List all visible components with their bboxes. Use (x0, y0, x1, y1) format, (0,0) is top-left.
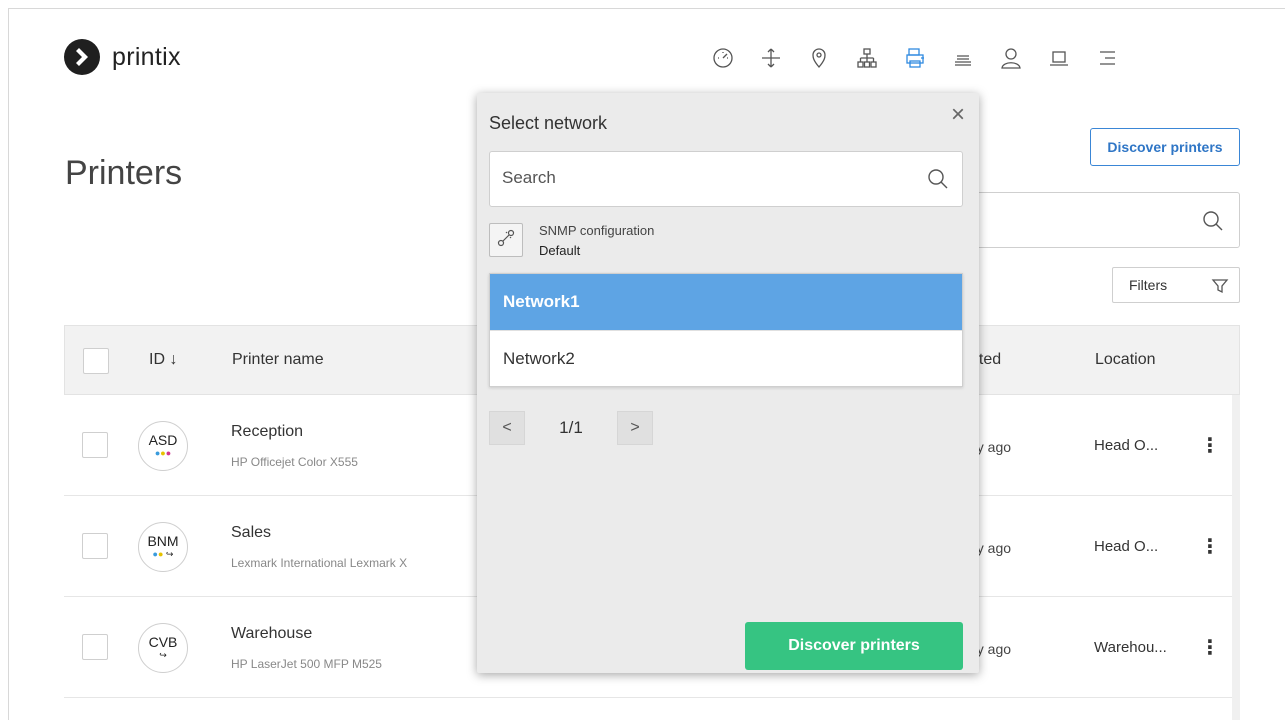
link-icon (497, 229, 515, 252)
column-printer-name[interactable]: Printer name (232, 351, 324, 369)
row-menu-icon[interactable]: ⋮ (1200, 635, 1220, 660)
table-scrollbar[interactable] (1232, 395, 1240, 720)
menu-icon[interactable] (1083, 45, 1131, 71)
network-search-input[interactable] (502, 168, 902, 188)
page-title: Printers (65, 154, 183, 192)
row-checkbox[interactable] (82, 634, 108, 660)
filters-label: Filters (1129, 277, 1168, 293)
duplex-icon: ↪ (159, 650, 167, 660)
select-all-checkbox[interactable] (83, 348, 109, 374)
user-icon[interactable] (987, 45, 1035, 71)
queue-icon[interactable] (939, 45, 987, 71)
prev-page-button[interactable]: < (489, 411, 525, 445)
row-menu-icon[interactable]: ⋮ (1200, 534, 1220, 559)
row-checkbox[interactable] (82, 533, 108, 559)
printer-id: CVB (148, 634, 178, 650)
network-item-network1[interactable]: Network1 (490, 274, 962, 330)
app-name: printix (112, 42, 181, 71)
discover-printers-button[interactable]: Discover printers (1090, 128, 1240, 166)
printer-id: BNM (147, 533, 179, 549)
dashboard-icon[interactable] (699, 45, 747, 71)
snmp-config-label: SNMP configuration (539, 223, 655, 238)
network-search-field[interactable] (489, 151, 963, 207)
printer-model: HP LaserJet 500 MFP M525 (231, 657, 382, 671)
printer-id-badge: ASD ●●● (138, 421, 188, 471)
network-item-network2[interactable]: Network2 (490, 330, 962, 386)
dialog-discover-printers-button[interactable]: Discover printers (745, 622, 963, 670)
printer-location: Head O... (1094, 538, 1159, 555)
color-ink-icon: ●●● (154, 448, 172, 458)
funnel-icon (1211, 277, 1229, 298)
column-location[interactable]: Location (1095, 351, 1156, 369)
computer-icon[interactable] (1035, 45, 1083, 71)
pagination: < 1/1 > (489, 411, 653, 445)
top-nav (699, 45, 1131, 71)
printer-id-badge: BNM ●● ↪ (138, 522, 188, 572)
filters-button[interactable]: Filters (1112, 267, 1240, 303)
close-icon[interactable]: × (951, 103, 965, 127)
move-icon[interactable] (747, 45, 795, 71)
logo[interactable]: printix (64, 39, 181, 75)
snmp-config-button[interactable] (489, 223, 523, 257)
printer-id: ASD (148, 432, 178, 448)
printers-icon[interactable] (891, 45, 939, 71)
printix-logo-icon (64, 39, 100, 75)
page-indicator: 1/1 (559, 418, 583, 437)
location-icon[interactable] (795, 45, 843, 71)
printer-location: Head O... (1094, 437, 1159, 454)
select-network-dialog: Select network × SNMP configuration Defa… (477, 93, 979, 673)
next-page-button[interactable]: > (617, 411, 653, 445)
row-checkbox[interactable] (82, 432, 108, 458)
snmp-config-value: Default (539, 243, 581, 258)
column-id[interactable]: ID ↓ (149, 351, 177, 369)
printer-model: HP Officejet Color X555 (231, 455, 358, 469)
app-window: printix Printers Discover printers Filte… (8, 8, 1285, 720)
printer-name[interactable]: Sales (231, 524, 271, 542)
row-menu-icon[interactable]: ⋮ (1200, 433, 1220, 458)
printer-id-badge: CVB ↪ (138, 623, 188, 673)
printer-model: Lexmark International Lexmark X (231, 556, 408, 570)
dialog-title: Select network (489, 113, 608, 133)
search-icon[interactable] (1201, 209, 1225, 238)
network-icon[interactable] (843, 45, 891, 71)
printer-name[interactable]: Reception (231, 423, 303, 441)
color-duplex-icon: ●● ↪ (152, 549, 174, 559)
printer-name[interactable]: Warehouse (231, 625, 312, 643)
search-icon[interactable] (926, 167, 950, 196)
network-list: Network1 Network2 (489, 273, 963, 387)
printer-location: Warehou... (1094, 639, 1167, 656)
